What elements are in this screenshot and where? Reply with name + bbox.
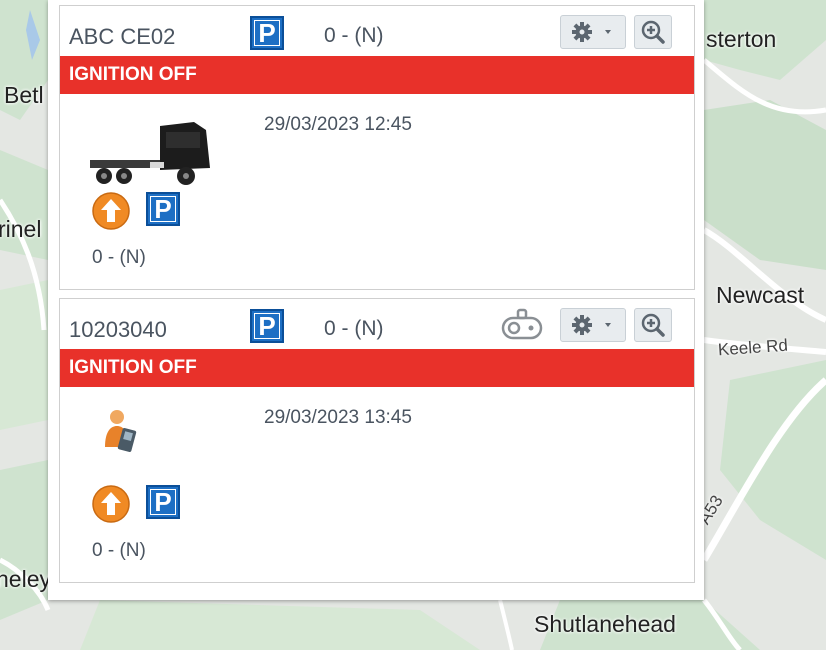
parking-icon: P	[146, 192, 180, 226]
last-update-timestamp: 29/03/2023 12:45	[264, 114, 412, 135]
map-place-label: Betl	[4, 82, 44, 108]
vehicle-status-text: 0 - (N)	[324, 317, 384, 340]
vehicle-status-text: 0 - (N)	[324, 24, 384, 47]
zoom-button[interactable]	[634, 15, 672, 49]
vehicle-card-header: 10203040 P 0 - (N)	[60, 299, 694, 349]
ignition-banner: IGNITION OFF	[60, 349, 694, 387]
map-place-label: neley	[0, 566, 51, 592]
parking-icon: P	[250, 16, 284, 50]
map-place-label: rinel	[0, 216, 42, 242]
last-update-timestamp: 29/03/2023 13:45	[264, 407, 412, 428]
ignition-banner: IGNITION OFF	[60, 56, 694, 94]
parking-icon: P	[146, 485, 180, 519]
vehicle-name: ABC CE02	[69, 24, 176, 49]
vehicle-card: 10203040 P 0 - (N) IGNITION OFF P 0 - (N…	[59, 298, 695, 583]
direction-icon	[92, 192, 130, 230]
vehicle-status-text: 0 - (N)	[92, 540, 146, 561]
zoom-icon	[641, 20, 665, 44]
vehicle-card-header: ABC CE02 P 0 - (N)	[60, 6, 694, 56]
gear-icon	[572, 22, 611, 42]
parking-icon: P	[250, 309, 284, 343]
chevron-down-icon	[605, 30, 611, 34]
vehicle-card-body: P 0 - (N) 29/03/2023 12:45	[60, 94, 694, 290]
gear-icon	[572, 315, 611, 335]
vehicle-status-text: 0 - (N)	[92, 247, 146, 268]
person-phone-icon	[105, 410, 137, 452]
chevron-down-icon	[605, 323, 611, 327]
dashcam-icon[interactable]	[500, 308, 544, 342]
map-place-label: sterton	[706, 26, 777, 52]
map-place-label: Newcast	[716, 282, 805, 308]
zoom-button[interactable]	[634, 308, 672, 342]
vehicle-name: 10203040	[69, 317, 167, 342]
truck-icon	[90, 122, 210, 185]
settings-button[interactable]	[560, 308, 626, 342]
vehicle-card-body: P 0 - (N) 29/03/2023 13:45	[60, 387, 694, 583]
vehicle-popup-panel: ABC CE02 P 0 - (N) IGNITION OFF P 0 - (N…	[48, 0, 704, 600]
map-place-label: Shutlanehead	[534, 611, 676, 637]
direction-icon	[92, 485, 130, 523]
zoom-icon	[641, 313, 665, 337]
vehicle-card: ABC CE02 P 0 - (N) IGNITION OFF P 0 - (N…	[59, 5, 695, 290]
settings-button[interactable]	[560, 15, 626, 49]
